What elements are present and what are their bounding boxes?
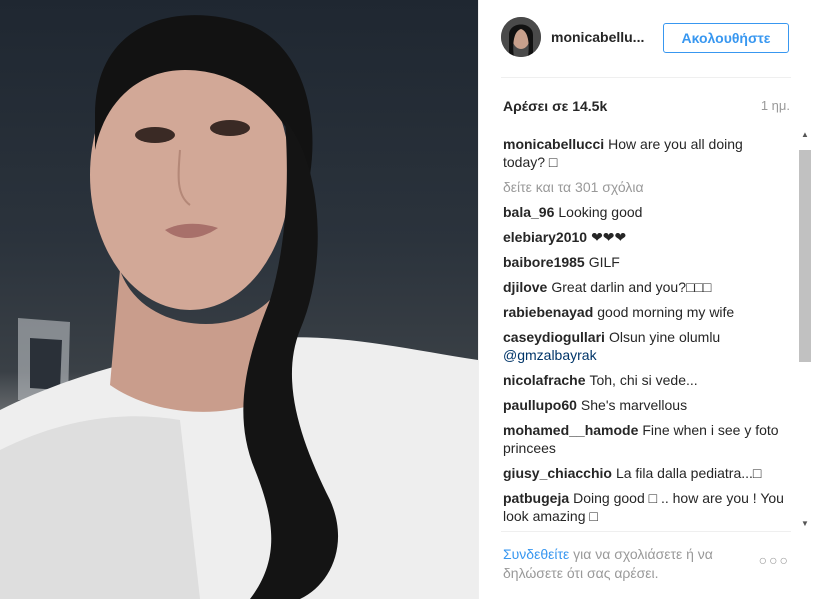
login-link[interactable]: Συνδεθείτε xyxy=(503,546,569,562)
post-sidebar: monicabellu... Ακολουθήστε Αρέσει σε 14.… xyxy=(478,0,814,599)
comment-username[interactable]: rabiebenayad xyxy=(503,304,593,320)
comment-text: Looking good xyxy=(558,204,643,220)
comment-item: nicolafrache Toh, chi si vede... xyxy=(503,371,788,389)
header-divider xyxy=(501,77,791,78)
post-header: monicabellu... Ακολουθήστε xyxy=(501,17,791,61)
comment-item: mohamed__hamode Fine when i see y foto pr… xyxy=(503,421,788,457)
comment-text: Olsun yine olumlu xyxy=(608,329,721,345)
comment-username[interactable]: mohamed__hamode xyxy=(503,422,638,438)
comment-username[interactable]: monicabellucci xyxy=(503,136,604,152)
scroll-up-icon[interactable]: ▲ xyxy=(801,130,809,139)
comment-item: patbugeja Doing good □ .. how are you ! Y… xyxy=(503,489,788,525)
avatar[interactable] xyxy=(501,17,541,57)
comment-username[interactable]: elebiary2010 xyxy=(503,229,587,245)
comment-item: monicabellucci How are you all doing toda… xyxy=(503,135,788,171)
scroll-down-icon[interactable]: ▼ xyxy=(801,519,809,528)
comment-text: GILF xyxy=(588,254,620,270)
comment-item: bala_96 Looking good xyxy=(503,203,788,221)
comment-username[interactable]: caseydiogullari xyxy=(503,329,605,345)
comment-username[interactable]: baibore1985 xyxy=(503,254,585,270)
comment-text: Great darlin and you?□□□ xyxy=(551,279,712,295)
comment-text: Toh, chi si vede... xyxy=(589,372,698,388)
comment-text: She's marvellous xyxy=(580,397,688,413)
comment-mention-link[interactable]: @gmzalbayrak xyxy=(503,347,597,363)
scroll-thumb[interactable] xyxy=(799,150,811,362)
comment-text: good morning my wife xyxy=(597,304,735,320)
comment-username[interactable]: paullupo60 xyxy=(503,397,577,413)
comments-list: monicabellucci How are you all doing toda… xyxy=(503,135,788,530)
portrait-image xyxy=(0,15,478,599)
comment-item: djilove Great darlin and you?□□□ xyxy=(503,278,788,296)
comment-item: giusy_chiacchio La fila dalla pediatra...… xyxy=(503,464,788,482)
comments-scrollbar[interactable]: ▲ ▼ xyxy=(797,130,813,528)
comment-item: elebiary2010 ❤❤❤ xyxy=(503,228,788,246)
more-options-icon[interactable]: ○○○ xyxy=(759,552,790,568)
post-username[interactable]: monicabellu... xyxy=(551,29,644,45)
post-photo[interactable] xyxy=(0,0,478,599)
comment-username[interactable]: giusy_chiacchio xyxy=(503,465,612,481)
comment-item: rabiebenayad good morning my wife xyxy=(503,303,788,321)
comment-username[interactable]: djilove xyxy=(503,279,547,295)
comment-text: ❤❤❤ xyxy=(591,229,627,245)
comment-username[interactable]: nicolafrache xyxy=(503,372,585,388)
comment-item: baibore1985 GILF xyxy=(503,253,788,271)
comment-text: La fila dalla pediatra...□ xyxy=(615,465,762,481)
comment-item: paullupo60 She's marvellous xyxy=(503,396,788,414)
footer-divider xyxy=(501,531,791,532)
comment-item: caseydiogullari Olsun yine olumlu @gmzalb… xyxy=(503,328,788,364)
comment-username[interactable]: bala_96 xyxy=(503,204,554,220)
post-timestamp[interactable]: 1 ημ. xyxy=(761,98,790,113)
login-prompt: Συνδεθείτε για να σχολιάσετε ή να δηλώσε… xyxy=(503,545,743,583)
follow-button[interactable]: Ακολουθήστε xyxy=(663,23,789,53)
comment-username[interactable]: patbugeja xyxy=(503,490,569,506)
likes-count[interactable]: Αρέσει σε 14.5k xyxy=(503,98,607,114)
view-all-comments-link[interactable]: δείτε και τα 301 σχόλια xyxy=(503,178,788,196)
